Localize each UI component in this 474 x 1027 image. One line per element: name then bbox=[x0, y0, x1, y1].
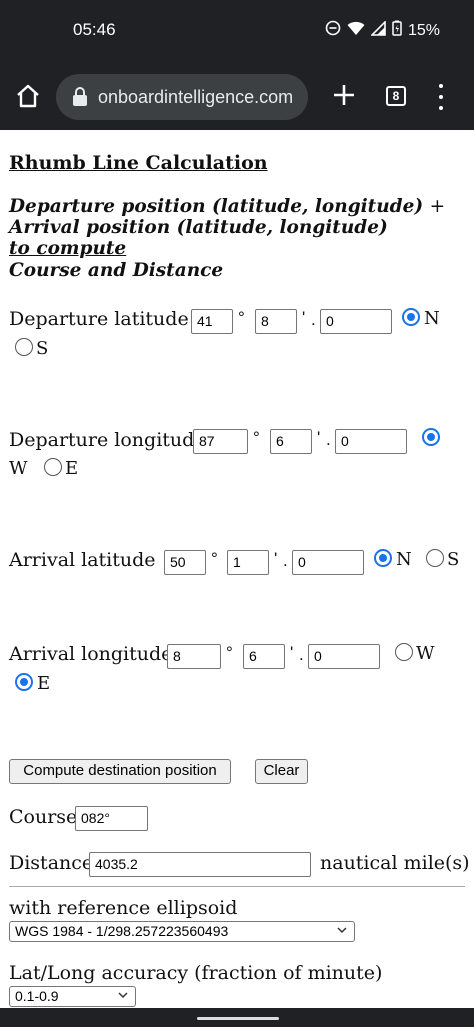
degree-symbol: ° bbox=[238, 308, 245, 327]
course-label: Course bbox=[9, 806, 78, 828]
departure-longitude-e-radio[interactable] bbox=[44, 458, 62, 476]
degree-symbol: ° bbox=[211, 549, 218, 568]
do-not-disturb-icon bbox=[325, 20, 341, 41]
minute-symbol: ' bbox=[317, 428, 321, 447]
departure-longitude-minutes-input[interactable]: 6 bbox=[270, 429, 312, 454]
course-output[interactable]: 082° bbox=[75, 806, 148, 831]
intro-plus: + bbox=[429, 196, 446, 217]
departure-latitude-s-radio[interactable] bbox=[15, 338, 33, 356]
ellipsoid-label: with reference ellipsoid bbox=[9, 897, 238, 919]
menu-dot-icon bbox=[439, 84, 443, 88]
minute-symbol: ' bbox=[302, 308, 306, 327]
minute-symbol: ' bbox=[274, 549, 278, 568]
battery-icon bbox=[392, 20, 402, 41]
chevron-down-icon bbox=[337, 927, 347, 934]
departure-longitude-w-radio[interactable] bbox=[422, 428, 440, 446]
degree-symbol: ° bbox=[226, 643, 233, 662]
address-bar[interactable]: onboardintelligence.com bbox=[56, 74, 308, 120]
page-title: Rhumb Line Calculation bbox=[9, 152, 268, 174]
departure-longitude-label: Departure longitude bbox=[9, 429, 206, 451]
url-text: onboardintelligence.com bbox=[98, 86, 294, 107]
departure-latitude-degrees-input[interactable]: 41 bbox=[191, 309, 233, 334]
departure-latitude-n-radio[interactable] bbox=[402, 308, 420, 326]
status-icons: 15% bbox=[325, 19, 440, 41]
chevron-down-icon bbox=[118, 992, 128, 999]
arrival-latitude-label: Arrival latitude bbox=[9, 549, 156, 571]
tab-switcher-button[interactable]: 8 bbox=[386, 86, 406, 106]
arrival-latitude-s-label: S bbox=[447, 549, 460, 570]
accuracy-selected: 0.1-0.9 bbox=[15, 988, 59, 1004]
compute-button[interactable]: Compute destination position bbox=[9, 759, 231, 784]
intro-line-1: Departure position (latitude, longitude)… bbox=[9, 196, 445, 217]
ellipsoid-selected: WGS 1984 - 1/298.257223560493 bbox=[15, 923, 229, 939]
browser-toolbar: onboardintelligence.com 8 bbox=[0, 62, 474, 130]
decimal-dot: . bbox=[311, 310, 316, 329]
intro-line-2: Arrival position (latitude, longitude) bbox=[9, 217, 388, 238]
decimal-dot: . bbox=[299, 645, 304, 664]
departure-longitude-fraction-input[interactable]: 0 bbox=[335, 429, 407, 454]
arrival-longitude-degrees-input[interactable]: 8 bbox=[167, 644, 221, 669]
divider bbox=[9, 886, 465, 887]
arrival-latitude-n-radio[interactable] bbox=[374, 549, 392, 567]
intro-departure: Departure position (latitude, longitude) bbox=[9, 196, 424, 217]
page-content: Rhumb Line Calculation Departure positio… bbox=[0, 130, 474, 1010]
arrival-latitude-degrees-input[interactable]: 50 bbox=[164, 550, 206, 575]
clear-button[interactable]: Clear bbox=[255, 759, 308, 784]
signal-icon bbox=[370, 19, 386, 41]
departure-latitude-s-label: S bbox=[36, 338, 49, 359]
arrival-longitude-label: Arrival longitude bbox=[9, 643, 173, 665]
decimal-dot: . bbox=[326, 430, 331, 449]
menu-dot-icon bbox=[439, 95, 443, 99]
departure-longitude-w-label: W bbox=[9, 458, 28, 479]
minute-symbol: ' bbox=[290, 643, 294, 662]
arrival-longitude-e-radio[interactable] bbox=[15, 673, 33, 691]
departure-latitude-fraction-input[interactable]: 0 bbox=[320, 309, 392, 334]
arrival-longitude-minutes-input[interactable]: 6 bbox=[243, 644, 285, 669]
menu-dot-icon bbox=[439, 106, 443, 110]
distance-unit: nautical mile(s) bbox=[320, 852, 470, 874]
arrival-longitude-fraction-input[interactable]: 0 bbox=[308, 644, 380, 669]
arrival-latitude-s-radio[interactable] bbox=[426, 549, 444, 567]
new-tab-button[interactable] bbox=[330, 80, 358, 110]
distance-output[interactable]: 4035.2 bbox=[89, 852, 311, 877]
plus-icon bbox=[334, 85, 354, 105]
departure-latitude-label: Departure latitude bbox=[9, 308, 189, 330]
arrival-latitude-n-label: N bbox=[396, 549, 412, 570]
degree-symbol: ° bbox=[253, 428, 260, 447]
arrival-latitude-minutes-input[interactable]: 1 bbox=[227, 550, 269, 575]
intro-line-4: Course and Distance bbox=[9, 260, 224, 281]
arrival-longitude-e-label: E bbox=[37, 673, 51, 694]
wifi-icon bbox=[347, 21, 365, 41]
lock-icon bbox=[73, 87, 87, 106]
departure-longitude-e-label: E bbox=[65, 458, 79, 479]
departure-latitude-minutes-input[interactable]: 8 bbox=[255, 309, 297, 334]
departure-latitude-n-label: N bbox=[424, 308, 440, 329]
accuracy-label: Lat/Long accuracy (fraction of minute) bbox=[9, 962, 383, 984]
battery-percent: 15% bbox=[407, 21, 440, 39]
arrival-longitude-w-radio[interactable] bbox=[395, 643, 413, 661]
status-bar: 05:46 15% bbox=[0, 0, 474, 62]
home-gesture-handle[interactable] bbox=[197, 1017, 279, 1020]
gesture-nav-bar bbox=[0, 1008, 474, 1027]
home-button[interactable] bbox=[14, 82, 42, 110]
decimal-dot: . bbox=[283, 551, 288, 570]
departure-longitude-degrees-input[interactable]: 87 bbox=[193, 429, 248, 454]
accuracy-select[interactable]: 0.1-0.9 bbox=[9, 986, 136, 1007]
home-icon bbox=[17, 84, 39, 108]
arrival-longitude-w-label: W bbox=[416, 643, 435, 664]
arrival-latitude-fraction-input[interactable]: 0 bbox=[292, 550, 364, 575]
intro-line-3: to compute bbox=[9, 238, 127, 259]
more-menu-button[interactable] bbox=[436, 84, 446, 110]
ellipsoid-select[interactable]: WGS 1984 - 1/298.257223560493 bbox=[9, 921, 355, 942]
distance-label: Distance bbox=[9, 852, 94, 874]
status-time: 05:46 bbox=[73, 20, 116, 39]
